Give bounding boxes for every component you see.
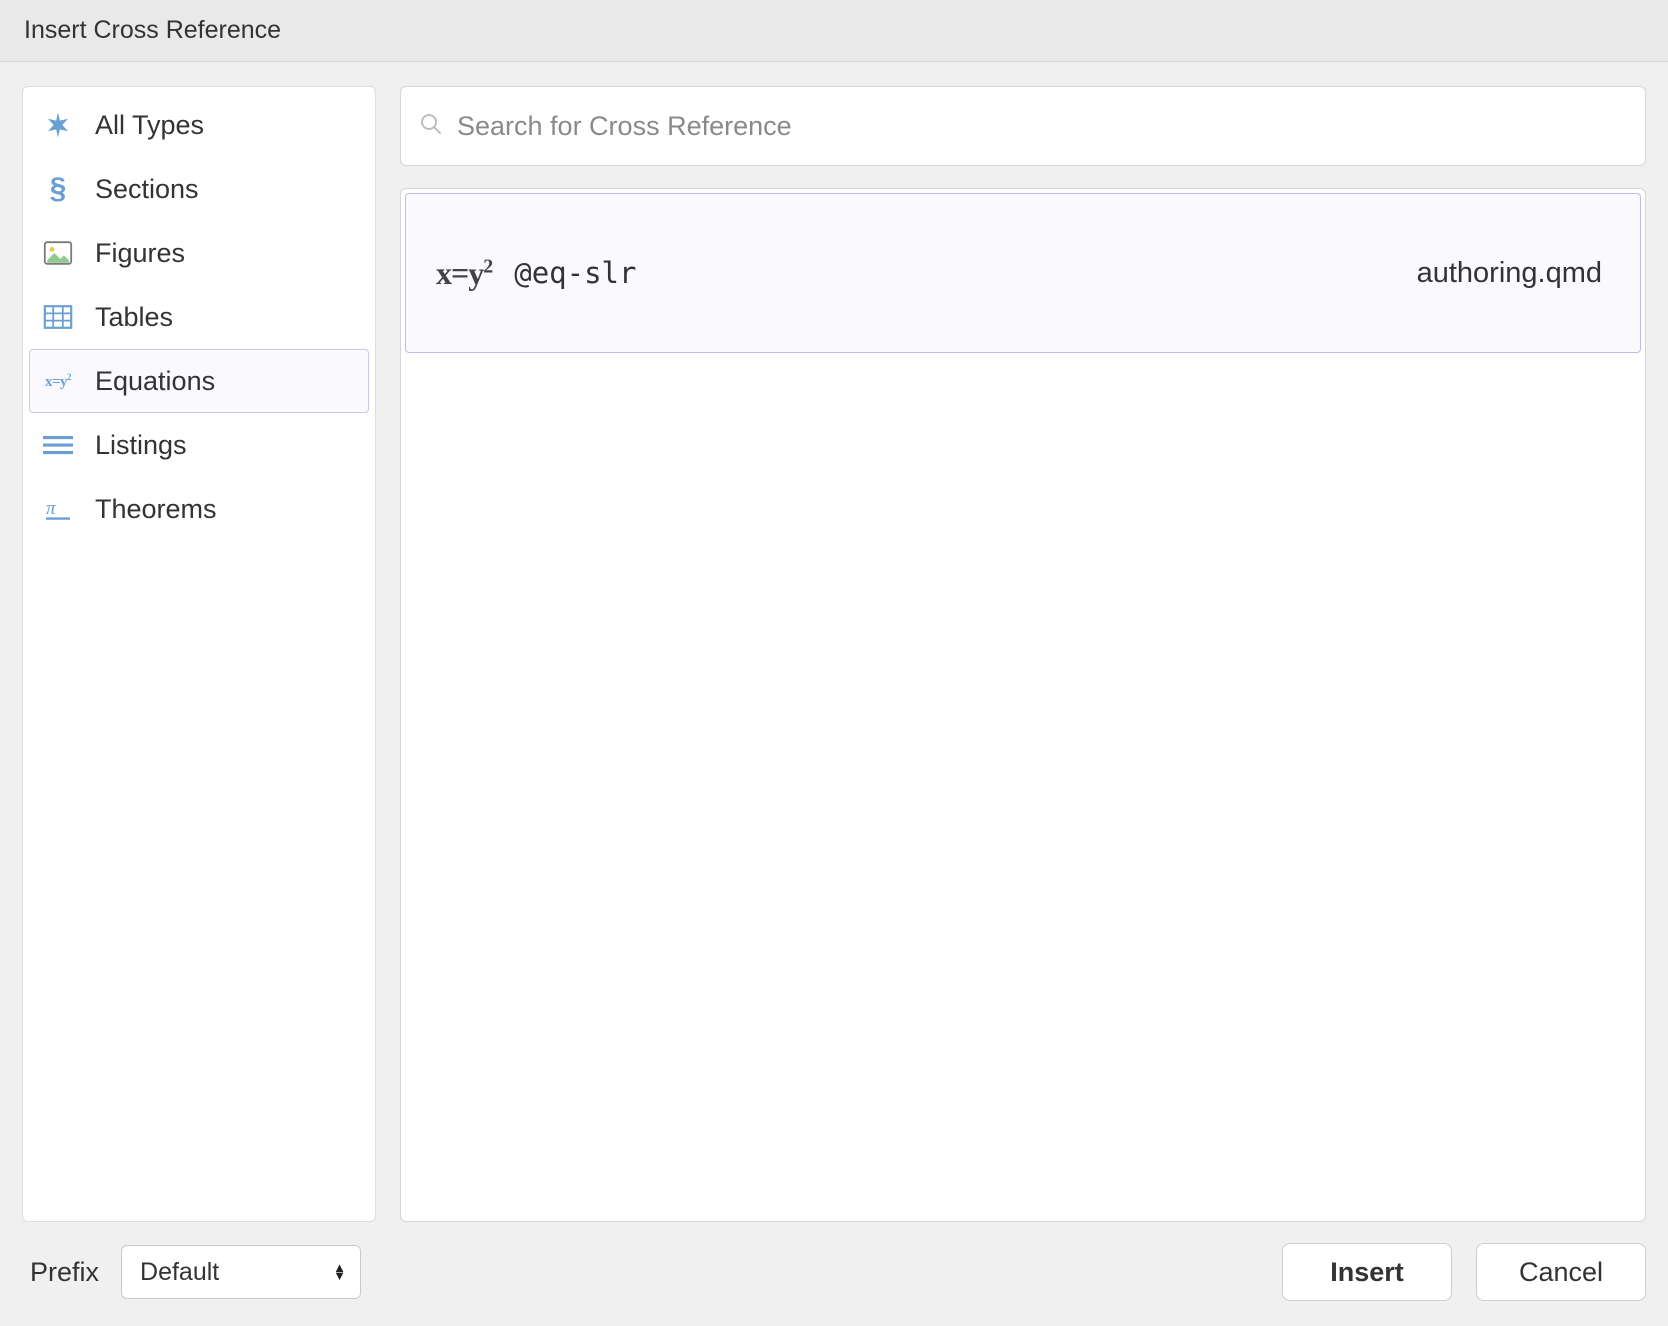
search-input[interactable] [457, 111, 1627, 142]
prefix-select[interactable]: Default ▲▼ [121, 1245, 361, 1299]
dialog-content: All Types § Sections Figures Tables [0, 62, 1668, 1242]
dialog-titlebar: Insert Cross Reference [0, 0, 1668, 62]
sidebar-item-tables[interactable]: Tables [29, 285, 369, 349]
svg-text:π: π [46, 498, 57, 519]
sidebar-item-label: Sections [95, 174, 199, 205]
insert-button-label: Insert [1330, 1257, 1404, 1288]
main-panel: x=y2 @eq-slr authoring.qmd [400, 86, 1646, 1222]
image-icon [37, 237, 79, 269]
result-item[interactable]: x=y2 @eq-slr authoring.qmd [405, 193, 1641, 353]
asterisk-icon [37, 109, 79, 141]
cancel-button[interactable]: Cancel [1476, 1243, 1646, 1301]
footer-left: Prefix Default ▲▼ [30, 1245, 361, 1299]
dialog-title: Insert Cross Reference [24, 16, 281, 45]
section-icon: § [37, 173, 79, 205]
insert-cross-reference-dialog: Insert Cross Reference All Types § Secti… [0, 0, 1668, 1326]
sidebar-item-label: Equations [95, 366, 215, 397]
footer-right: Insert Cancel [1282, 1243, 1646, 1301]
sidebar-item-label: Tables [95, 302, 173, 333]
table-icon [37, 301, 79, 333]
sidebar-item-figures[interactable]: Figures [29, 221, 369, 285]
sidebar-item-label: All Types [95, 110, 204, 141]
select-arrows-icon: ▲▼ [333, 1264, 346, 1280]
sidebar-item-equations[interactable]: x=y2 Equations [29, 349, 369, 413]
prefix-select-value: Default [140, 1258, 219, 1287]
sidebar-item-label: Theorems [95, 494, 217, 525]
sidebar-item-theorems[interactable]: π Theorems [29, 477, 369, 541]
prefix-label: Prefix [30, 1257, 99, 1288]
result-file-name: authoring.qmd [1417, 257, 1602, 290]
sidebar-item-sections[interactable]: § Sections [29, 157, 369, 221]
result-left: x=y2 @eq-slr [436, 255, 636, 292]
sidebar-item-label: Listings [95, 430, 187, 461]
sidebar-item-all-types[interactable]: All Types [29, 93, 369, 157]
equation-preview-icon: x=y2 [436, 255, 492, 292]
result-reference-id: @eq-slr [514, 256, 636, 290]
listing-icon [37, 429, 79, 461]
search-box[interactable] [400, 86, 1646, 166]
type-sidebar: All Types § Sections Figures Tables [22, 86, 376, 1222]
equation-icon: x=y2 [37, 365, 79, 397]
sidebar-item-listings[interactable]: Listings [29, 413, 369, 477]
sidebar-item-label: Figures [95, 238, 185, 269]
dialog-footer: Prefix Default ▲▼ Insert Cancel [0, 1242, 1668, 1326]
results-list: x=y2 @eq-slr authoring.qmd [400, 188, 1646, 1222]
theorem-icon: π [37, 493, 79, 525]
cancel-button-label: Cancel [1519, 1257, 1603, 1288]
search-icon [419, 112, 443, 141]
insert-button[interactable]: Insert [1282, 1243, 1452, 1301]
